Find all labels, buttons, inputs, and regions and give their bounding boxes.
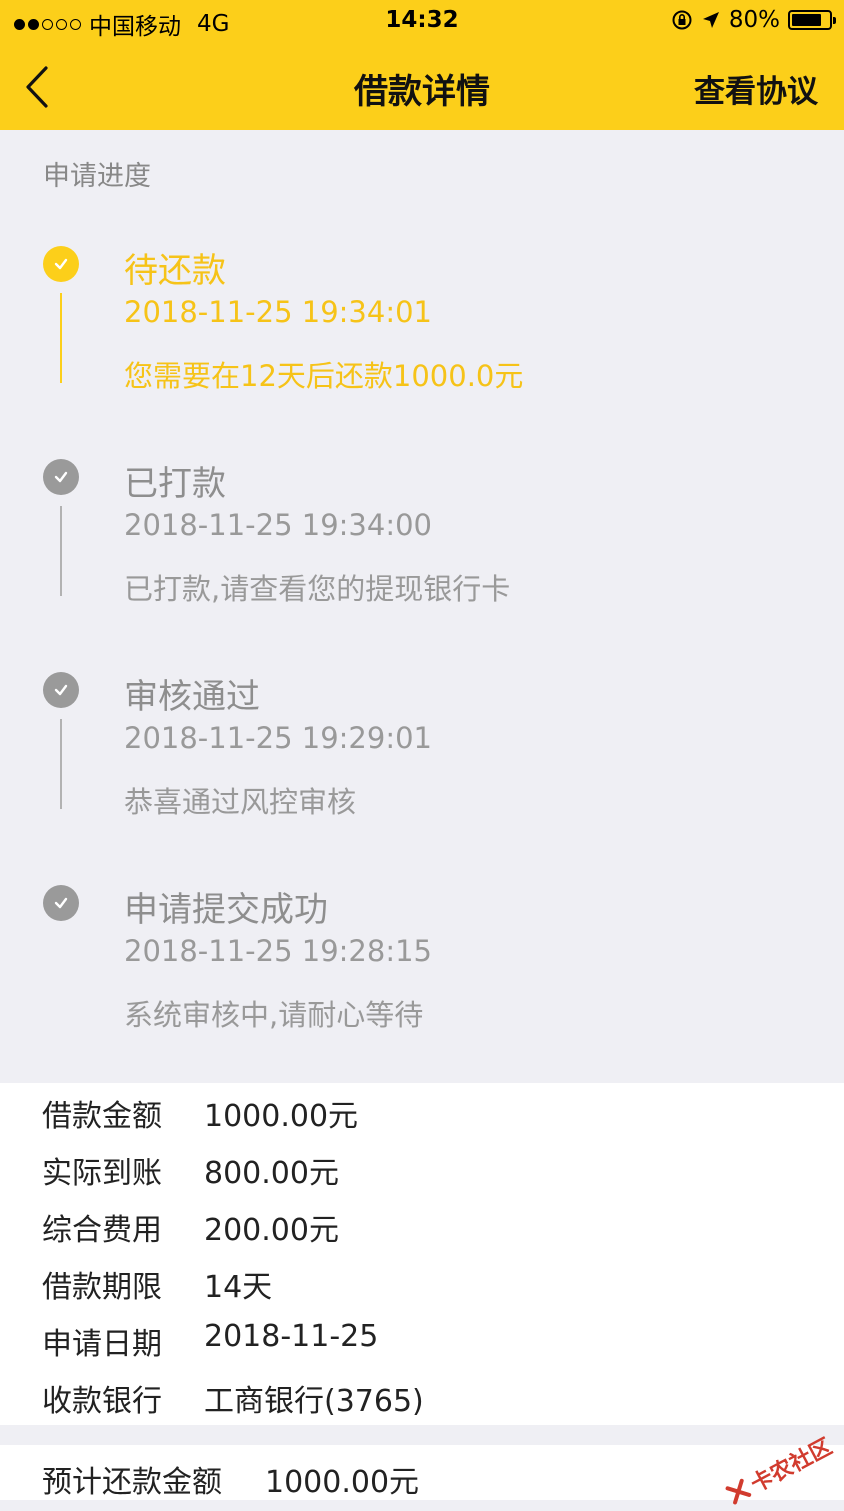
detail-key: 综合费用 <box>42 1213 162 1248</box>
detail-key: 实际到账 <box>42 1156 162 1191</box>
step-title: 审核通过 <box>124 677 260 717</box>
status-bar: 中国移动 4G 14:32 80% <box>0 0 844 44</box>
step-note: 您需要在12天后还款1000.0元 <box>124 359 524 393</box>
check-circle-icon <box>43 672 79 708</box>
detail-row-fees: 综合费用 200.00元 <box>0 1197 844 1254</box>
battery-icon <box>788 10 836 30</box>
detail-value: 1000.00元 <box>204 1099 359 1134</box>
detail-row-term: 借款期限 14天 <box>0 1254 844 1311</box>
detail-value: 14天 <box>204 1270 273 1305</box>
step-note: 系统审核中,请耐心等待 <box>124 998 424 1032</box>
check-circle-icon <box>43 459 79 495</box>
detail-value: 工商银行(3765) <box>204 1384 424 1419</box>
step-title: 申请提交成功 <box>124 890 328 930</box>
view-agreement-button[interactable]: 查看协议 <box>694 66 818 111</box>
detail-value: 2018-11-25 <box>204 1319 379 1354</box>
watermark-logo-icon <box>725 1478 752 1505</box>
step-time: 2018-11-25 19:29:01 <box>124 721 432 755</box>
check-circle-icon <box>43 885 79 921</box>
detail-key: 申请日期 <box>42 1327 162 1362</box>
battery-percent: 80% <box>728 7 780 33</box>
timeline-connector <box>60 719 62 809</box>
detail-row-apply-date: 申请日期 2018-11-25 <box>0 1311 844 1368</box>
step-note: 恭喜通过风控审核 <box>124 785 357 819</box>
timeline-connector <box>60 506 62 596</box>
check-circle-icon <box>43 246 79 282</box>
step-title: 已打款 <box>124 464 226 504</box>
detail-key: 借款期限 <box>42 1270 162 1305</box>
step-time: 2018-11-25 19:34:00 <box>124 508 432 542</box>
loan-details-panel: 借款金额 1000.00元 实际到账 800.00元 综合费用 200.00元 … <box>0 1083 844 1425</box>
detail-key: 借款金额 <box>42 1099 162 1134</box>
detail-row-received: 实际到账 800.00元 <box>0 1140 844 1197</box>
top-bar: 中国移动 4G 14:32 80% 借款详情 查看协议 <box>0 0 844 130</box>
expected-repayment-row: 预计还款金额 1000.00元 <box>0 1445 844 1500</box>
rotation-lock-icon <box>672 10 692 30</box>
location-arrow-icon <box>702 12 719 28</box>
detail-value: 200.00元 <box>204 1213 339 1248</box>
detail-key: 收款银行 <box>42 1384 162 1419</box>
step-time: 2018-11-25 19:34:01 <box>124 295 432 329</box>
expected-repayment-label: 预计还款金额 <box>42 1465 222 1500</box>
detail-value: 800.00元 <box>204 1156 339 1191</box>
step-title: 待还款 <box>124 251 226 291</box>
step-note: 已打款,请查看您的提现银行卡 <box>124 572 511 606</box>
detail-row-bank: 收款银行 工商银行(3765) <box>0 1368 844 1425</box>
expected-repayment-value: 1000.00元 <box>265 1465 420 1500</box>
timeline-connector <box>60 293 62 383</box>
step-time: 2018-11-25 19:28:15 <box>124 934 432 968</box>
detail-row-loan-amount: 借款金额 1000.00元 <box>0 1083 844 1140</box>
progress-section-label: 申请进度 <box>43 161 151 192</box>
